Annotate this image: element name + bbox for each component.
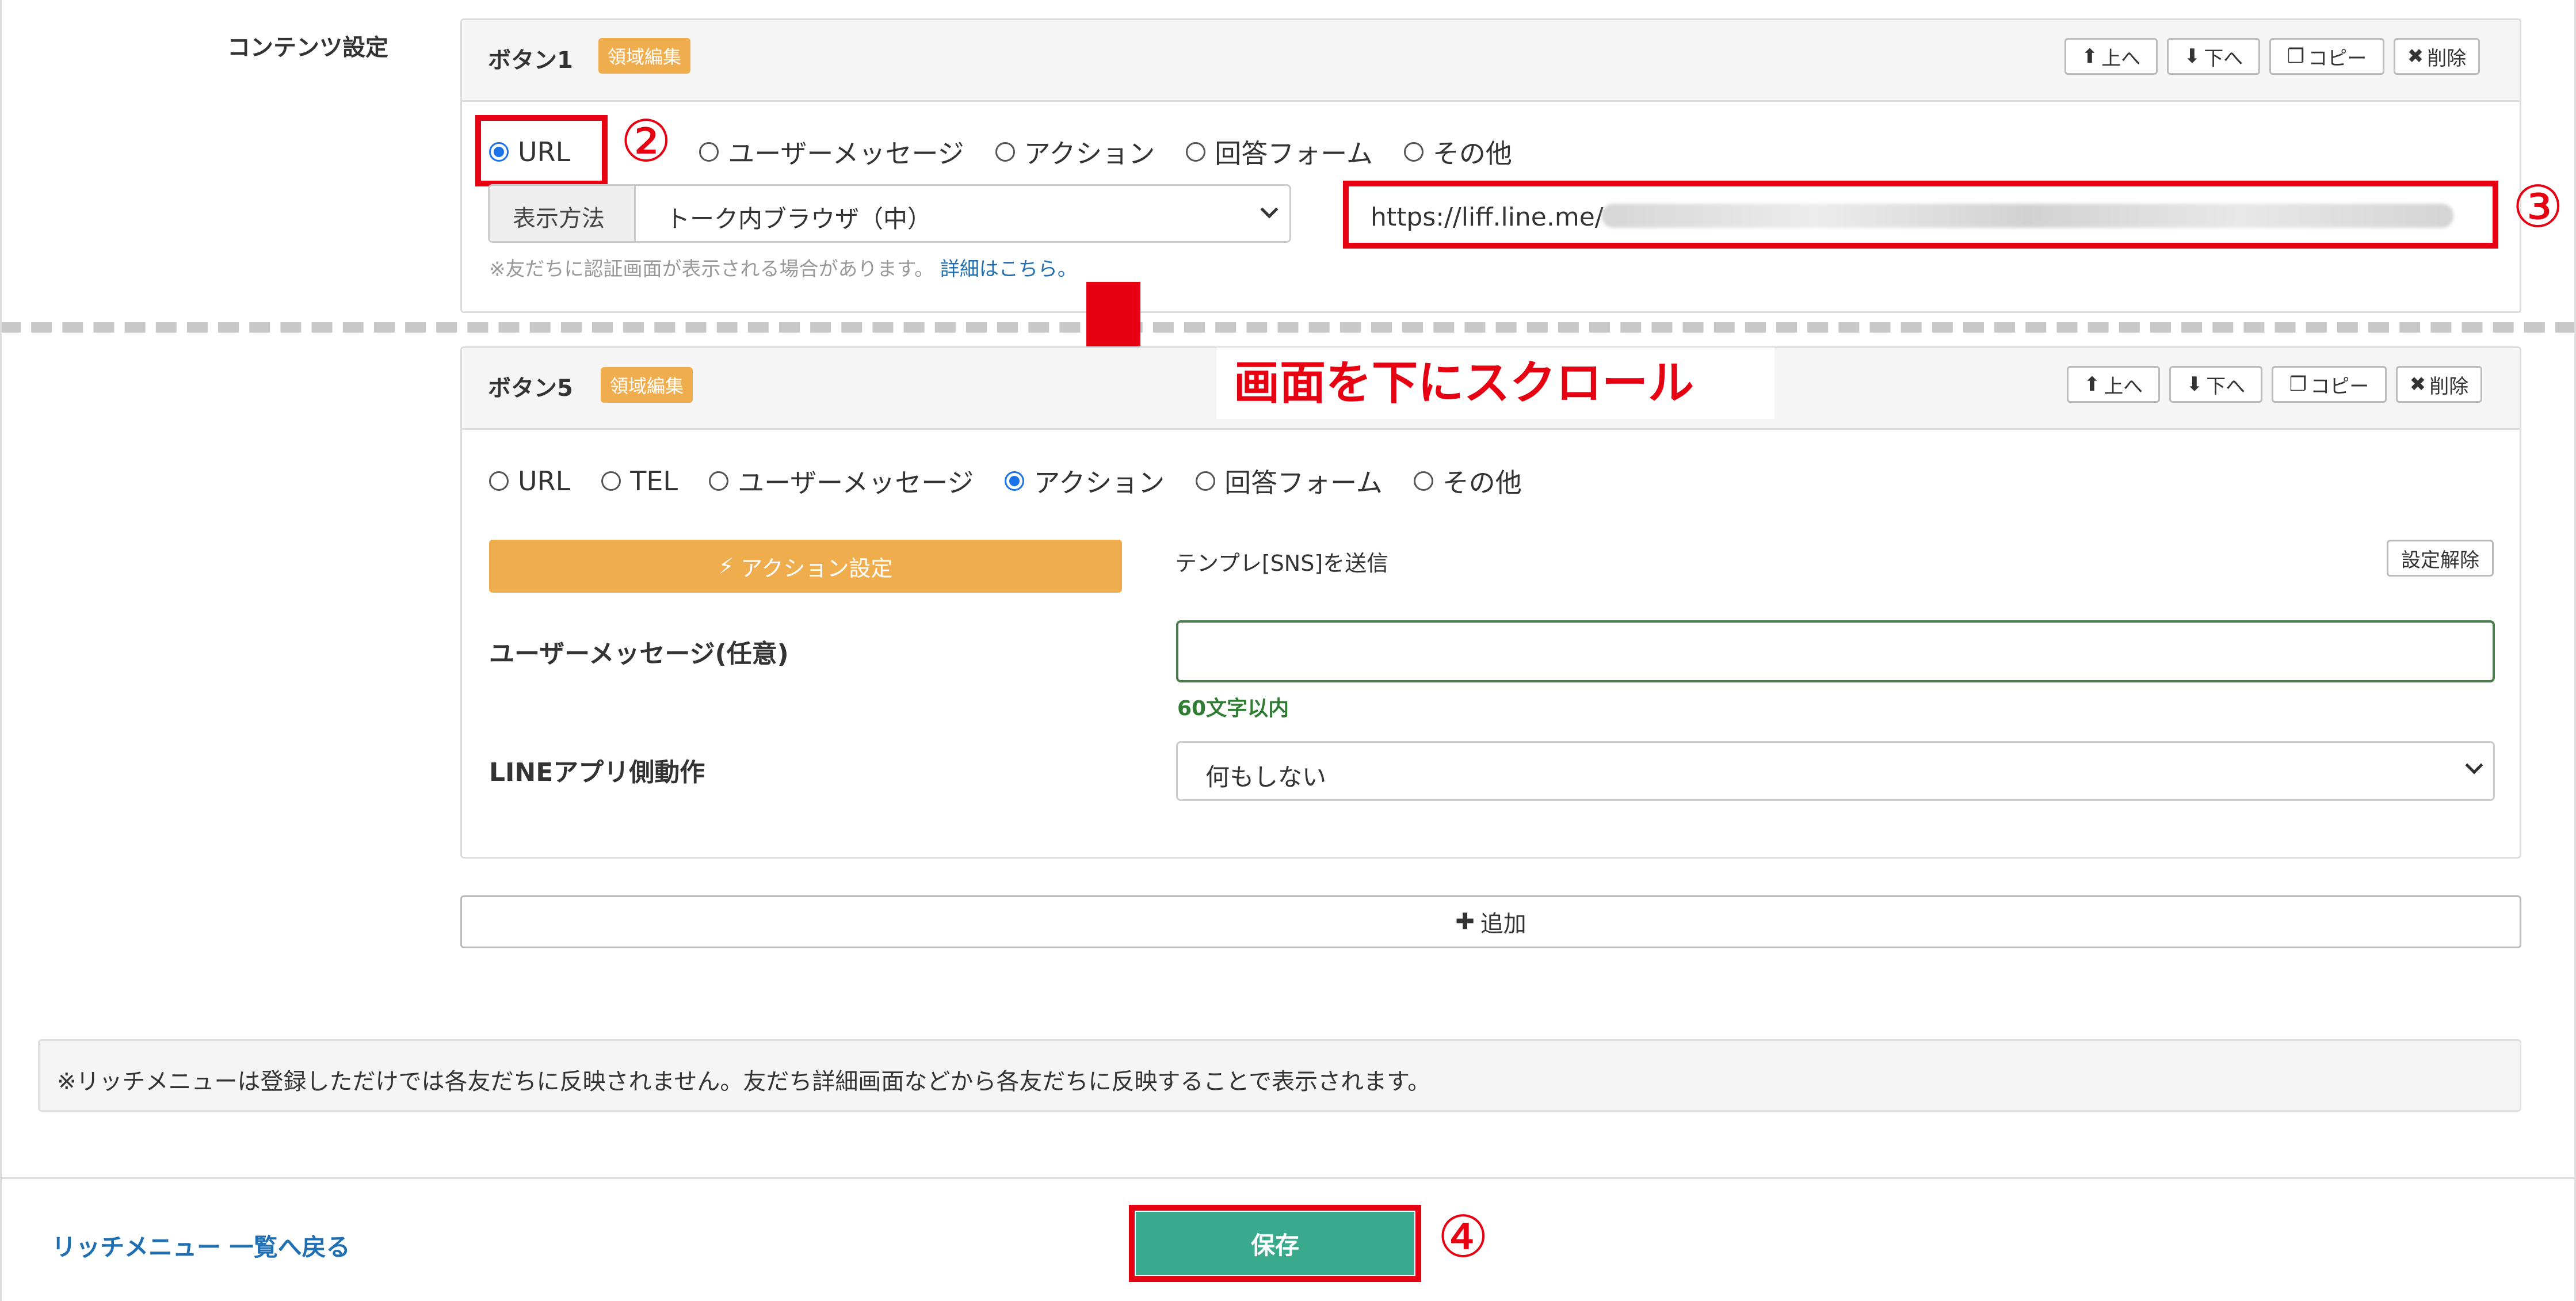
page-frame xyxy=(0,0,2576,1301)
